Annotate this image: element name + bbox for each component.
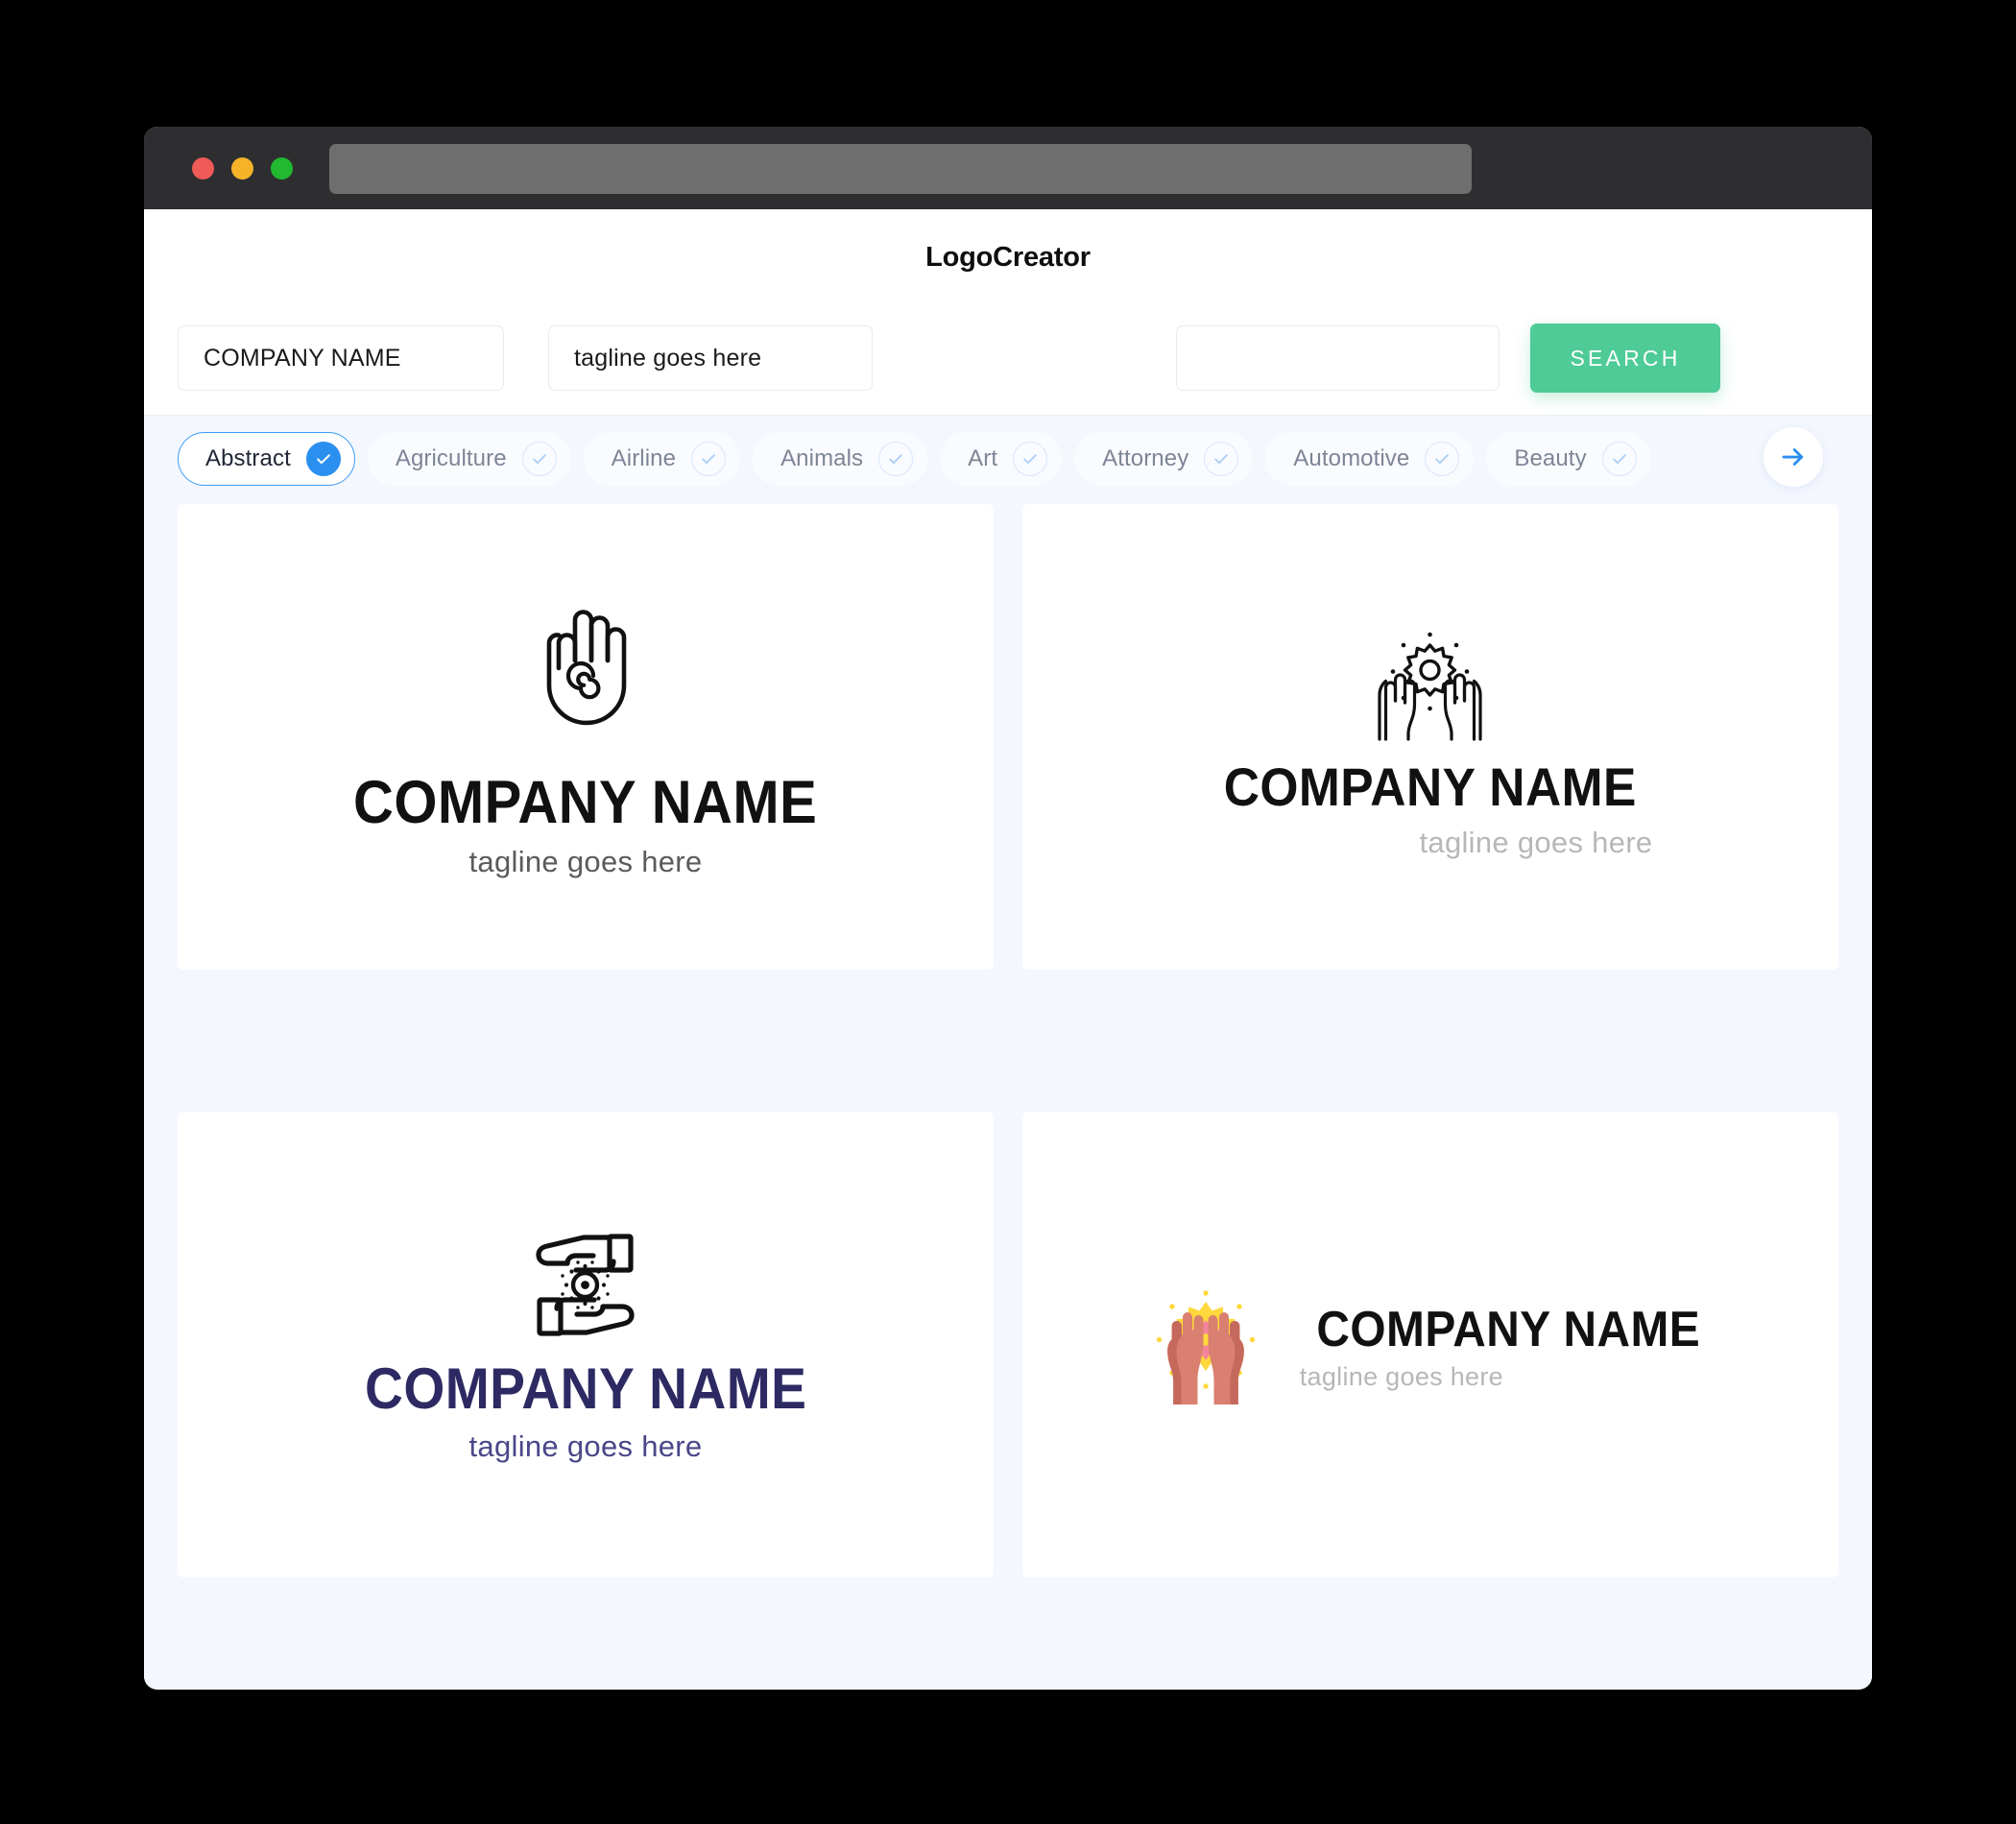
category-chip-art[interactable]: Art [940, 432, 1063, 486]
category-chip-check[interactable] [1013, 442, 1048, 476]
category-chip-label: Airline [611, 445, 677, 471]
logo-text: COMPANY NAME tagline goes here [346, 1356, 826, 1464]
logo-card[interactable]: COMPANY NAME tagline goes here [178, 504, 994, 970]
logo-tagline: tagline goes here [468, 1428, 703, 1463]
logo-preview: COMPANY NAME tagline goes here [1206, 626, 1655, 860]
hand-spiral-icon [546, 609, 627, 725]
category-chip-attorney[interactable]: Attorney [1074, 432, 1254, 486]
logo-tagline: tagline goes here [1299, 1362, 1503, 1391]
hands-holding-sun-icon [1378, 632, 1483, 741]
category-chip-beauty[interactable]: Beauty [1486, 432, 1651, 486]
logo-card[interactable]: COMPANY NAME tagline goes here [178, 1112, 994, 1577]
category-filter-bar: Abstract Agriculture Airline Animals Art Atto… [144, 416, 1872, 504]
category-chip-list: Abstract Agriculture Airline Animals Art Atto… [178, 429, 1872, 489]
categories-next-button[interactable] [1764, 427, 1823, 487]
company-name-input[interactable]: COMPANY NAME [178, 325, 504, 391]
two-hands-radiant-circle-icon [536, 1233, 636, 1336]
maximize-window-button[interactable] [271, 156, 293, 180]
screenshot-root: LogoCreator COMPANY NAME tagline goes he… [0, 0, 2016, 1824]
check-icon [1023, 454, 1037, 465]
logo-company-name: COMPANY NAME [353, 768, 818, 836]
category-chip-check[interactable] [691, 442, 727, 476]
category-chip-check[interactable] [1204, 442, 1239, 476]
tagline-value: tagline goes here [574, 344, 762, 372]
logo-card[interactable]: COMPANY NAME tagline goes here [1022, 504, 1838, 970]
category-chip-automotive[interactable]: Automotive [1265, 432, 1475, 486]
browser-titlebar [144, 127, 1872, 209]
check-icon [532, 454, 546, 465]
category-chip-airline[interactable]: Airline [583, 432, 741, 486]
address-bar[interactable] [329, 144, 1472, 194]
app-header: LogoCreator [144, 209, 1872, 305]
category-chip-label: Agriculture [395, 445, 507, 471]
search-button[interactable]: SEARCH [1530, 324, 1720, 393]
arrow-right-icon [1782, 448, 1804, 466]
check-icon [317, 454, 330, 465]
logo-results-grid: COMPANY NAME tagline goes here COMPANY N… [144, 504, 1872, 1690]
category-chip-check[interactable] [1601, 442, 1637, 476]
minimize-window-button[interactable] [231, 156, 253, 180]
company-name-value: COMPANY NAME [204, 344, 401, 372]
category-chip-label: Automotive [1293, 445, 1410, 471]
close-window-button[interactable] [192, 156, 214, 180]
logo-preview: COMPANY NAME tagline goes here [1144, 1284, 1717, 1406]
color-hands-sun-icon [1156, 1289, 1255, 1404]
category-chip-abstract[interactable]: Abstract [178, 432, 355, 486]
logo-card[interactable]: COMPANY NAME tagline goes here [1022, 1112, 1838, 1577]
keyword-input[interactable] [1176, 325, 1500, 391]
category-chip-label: Animals [780, 445, 864, 471]
logo-company-name: COMPANY NAME [1223, 756, 1638, 817]
window-controls [192, 127, 293, 209]
category-chip-label: Abstract [205, 445, 291, 471]
logo-text: COMPANY NAME tagline goes here [333, 768, 837, 879]
browser-window: LogoCreator COMPANY NAME tagline goes he… [144, 127, 1872, 1690]
category-chip-check[interactable] [878, 442, 914, 476]
category-chip-check[interactable] [521, 442, 557, 476]
category-chip-check[interactable] [305, 442, 341, 476]
category-chip-label: Art [968, 445, 998, 471]
logo-tagline: tagline goes here [468, 844, 703, 878]
logo-tagline: tagline goes here [1419, 826, 1653, 859]
check-icon [889, 454, 902, 465]
logo-preview: COMPANY NAME tagline goes here [333, 595, 837, 879]
category-chip-label: Attorney [1102, 445, 1189, 471]
category-chip-animals[interactable]: Animals [753, 432, 928, 486]
logo-preview: COMPANY NAME tagline goes here [346, 1226, 826, 1464]
check-icon [1214, 454, 1229, 465]
logo-text: COMPANY NAME tagline goes here [1206, 756, 1655, 860]
page-title: LogoCreator [925, 241, 1091, 273]
search-bar: COMPANY NAME tagline goes here SEARCH [144, 305, 1872, 416]
logo-company-name: COMPANY NAME [1316, 1302, 1700, 1357]
category-chip-check[interactable] [1425, 442, 1460, 476]
logo-text: COMPANY NAME tagline goes here [1299, 1302, 1717, 1391]
category-chip-label: Beauty [1514, 445, 1587, 471]
check-icon [1612, 454, 1626, 465]
category-chip-agriculture[interactable]: Agriculture [367, 432, 571, 486]
check-icon [1435, 454, 1450, 465]
check-icon [702, 454, 715, 465]
logo-company-name: COMPANY NAME [364, 1356, 807, 1421]
tagline-input[interactable]: tagline goes here [548, 325, 873, 391]
